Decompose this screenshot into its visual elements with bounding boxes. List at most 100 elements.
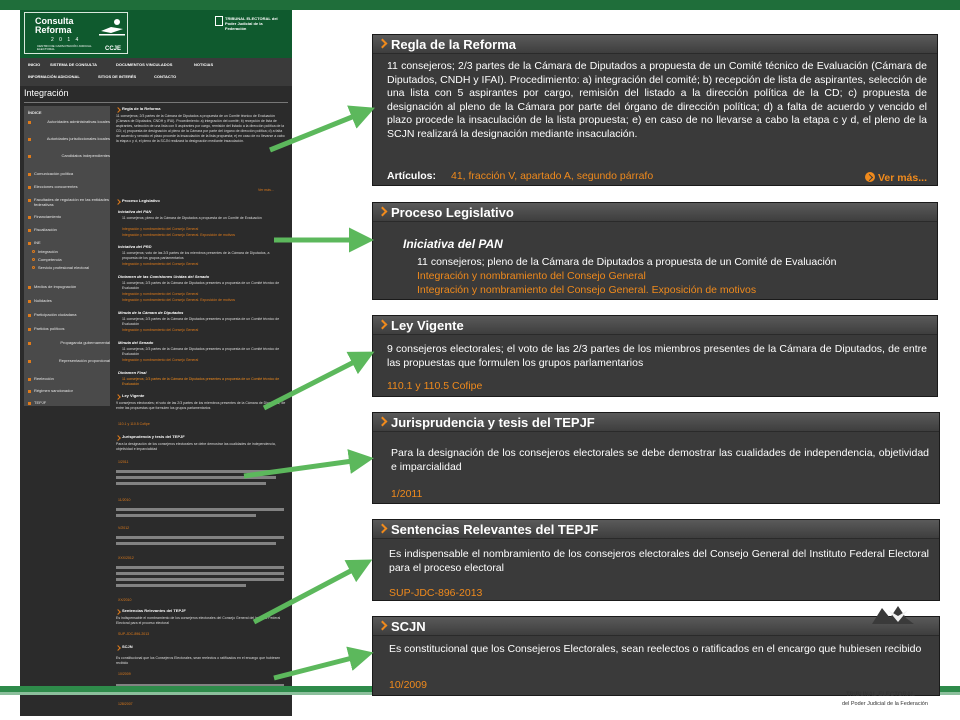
panel-title-bar: SCJN <box>373 617 939 636</box>
sidebar-item-tepjf[interactable]: TEPJF <box>34 400 110 405</box>
nav-noticias[interactable]: NOTICIAS <box>194 62 213 67</box>
chevron-right-icon <box>28 342 31 345</box>
mini-minuta-cd-link[interactable]: Integración y nombramiento del Consejo G… <box>122 328 198 333</box>
mini-scjn-ref-2[interactable]: 128/2007 <box>118 702 133 707</box>
nav-contacto[interactable]: CONTACTO <box>154 74 176 79</box>
nav-informacion[interactable]: INFORMACIÓN ADICIONAL <box>28 74 80 79</box>
mini-dictamen-link-2[interactable]: Integración y nombramiento del Consejo G… <box>122 298 235 303</box>
logo-figure-icon <box>99 19 125 36</box>
text-line <box>116 578 284 581</box>
nav-sistema-consulta[interactable]: SISTEMA DE CONSULTA <box>50 62 97 67</box>
mini-tesis-ref-3[interactable]: V/2012 <box>118 526 129 531</box>
panel-title: Proceso Legislativo <box>391 205 514 220</box>
sidebar-item-autoridades-admin[interactable]: Autoridades administrativas locales <box>34 119 110 124</box>
mini-sentencias-ref[interactable]: SUP-JDC-896-2013 <box>118 632 149 637</box>
logo-year: 2 0 1 4 <box>51 37 81 43</box>
mini-ley-ref[interactable]: 110.1 y 110.5 Cofipe <box>118 422 150 427</box>
proceso-link-2[interactable]: Integración y nombramiento del Consejo G… <box>417 284 756 296</box>
mini-prd-link[interactable]: Integración y nombramiento del Consejo G… <box>122 262 198 267</box>
chevron-right-icon <box>115 107 121 113</box>
proceso-link-1[interactable]: Integración y nombramiento del Consejo G… <box>417 270 646 282</box>
tribunal-header-logo[interactable]: TRIBUNAL ELECTORAL del Poder Judicial de… <box>225 16 285 31</box>
site-content: Regla de la Reforma 11 consejeros; 2/3 p… <box>114 106 288 712</box>
sidebar-item-elecciones[interactable]: Elecciones concurrentes <box>34 184 110 189</box>
mini-dictamen-link-1[interactable]: Integración y nombramiento del Consejo G… <box>122 292 198 297</box>
nav-sitios[interactable]: SITIOS DE INTERÉS <box>98 74 136 79</box>
panel-title: Sentencias Relevantes del TEPJF <box>391 522 599 537</box>
panel-ley-vigente: Ley Vigente 9 consejeros electorales; el… <box>372 315 938 397</box>
sidebar-item-ine[interactable]: INE <box>34 240 110 245</box>
panel-body: Es indispensable el nombramiento de los … <box>389 548 929 574</box>
sidebar-item-representacion[interactable]: Representación proporcional <box>34 358 110 363</box>
mini-ver-mas-link[interactable]: Ver más... <box>258 188 274 193</box>
chevron-right-icon <box>28 155 31 158</box>
chevron-right-icon <box>28 314 31 317</box>
sidebar-item-autoridades-jur[interactable]: Autoridades jurisdiccionales locales <box>34 136 110 141</box>
mini-prd-text: 11 consejeros; voto de las 2/3 partes de… <box>122 251 270 260</box>
mini-final-heading: Dictamen Final <box>118 370 147 375</box>
mini-minuta-senado-link[interactable]: Integración y nombramiento del Consejo G… <box>122 358 198 363</box>
mini-tesis-ref-5[interactable]: XX/2010 <box>118 598 131 603</box>
mini-tesis-ref-4[interactable]: XXX/2012 <box>118 556 134 561</box>
panel-title: Jurisprudencia y tesis del TEPJF <box>391 415 595 430</box>
juris-ref-link[interactable]: 1/2011 <box>391 488 422 500</box>
nav-documentos[interactable]: DOCUMENTOS VINCULADOS <box>116 62 172 67</box>
sidebar-item-medios[interactable]: Medios de impugnación <box>34 284 110 289</box>
ver-mas-button[interactable]: Ver más... <box>864 172 927 184</box>
site-section-title: Integración <box>24 88 69 98</box>
mini-tesis-ref-2[interactable]: 11/2010 <box>118 498 130 503</box>
articulos-link[interactable]: 41, fracción V, apartado A, segundo párr… <box>451 170 653 182</box>
website-screenshot: Consulta Reforma 2 0 1 4 CENTRO DE CAPACI… <box>20 10 292 716</box>
sidebar-item-financiamiento[interactable]: Financiamiento <box>34 214 110 219</box>
sidebar-item-comunicacion[interactable]: Comunicación política <box>34 171 110 176</box>
chevron-right-icon <box>28 378 31 381</box>
mini-juris-heading: Jurisprudencia y tesis del TEPJF <box>122 434 185 439</box>
text-line <box>116 566 284 569</box>
scjn-ref-link[interactable]: 10/2009 <box>389 679 427 691</box>
logo-title: Consulta Reforma <box>35 16 74 35</box>
chevron-right-icon <box>28 402 31 405</box>
mini-scjn-ref[interactable]: 10/2009 <box>118 672 131 677</box>
sidebar-subitem-integracion[interactable]: Integración <box>38 249 114 254</box>
panel-title-bar: Regla de la Reforma <box>373 35 937 54</box>
nav-inicio[interactable]: INICIO <box>28 62 40 67</box>
panel-title-bar: Ley Vigente <box>373 316 937 335</box>
sidebar-item-nulidades[interactable]: Nulidades <box>34 298 110 303</box>
mini-pan-link-1[interactable]: Integración y nombramiento del Consejo G… <box>122 227 198 232</box>
sentencias-ref-link[interactable]: SUP-JDC-896-2013 <box>389 587 482 599</box>
mini-pan-link-2[interactable]: Integración y nombramiento del Consejo G… <box>122 233 235 238</box>
consulta-reforma-logo[interactable]: Consulta Reforma 2 0 1 4 CENTRO DE CAPACI… <box>24 12 128 54</box>
bullet-icon <box>32 266 35 269</box>
panel-body: Para la designación de los consejeros el… <box>391 447 929 473</box>
site-header: Consulta Reforma 2 0 1 4 CENTRO DE CAPACI… <box>20 10 292 58</box>
text-line <box>116 476 276 479</box>
sidebar-item-reeleccion[interactable]: Reelección <box>34 376 110 381</box>
logo-subtitle: CENTRO DE CAPACITACIÓN JUDICIAL ELECTORA… <box>37 44 92 51</box>
mini-juris-ref[interactable]: 1/2011 <box>118 460 128 465</box>
chevron-right-icon <box>115 609 121 615</box>
mini-ley-text: 9 consejeros electorales; el voto de las… <box>116 401 286 410</box>
text-line <box>116 542 276 545</box>
sidebar-item-candidatos[interactable]: Candidatos independientes <box>34 153 110 158</box>
text-line <box>116 508 284 511</box>
ley-ref-link[interactable]: 110.1 y 110.5 Cofipe <box>387 380 482 392</box>
sidebar-item-regimen[interactable]: Régimen sancionador <box>34 388 110 393</box>
bullet-icon <box>32 250 35 253</box>
sidebar-item-facultades[interactable]: Facultades de regulación en las entidade… <box>34 197 110 207</box>
chevron-down-icon <box>28 242 31 245</box>
sidebar-index-label: ÍNDICE <box>28 110 42 115</box>
mini-sentencias-text: Es indispensable el nombramiento de los … <box>116 616 281 625</box>
chevron-right-icon <box>115 394 121 400</box>
sidebar-item-partidos[interactable]: Partidos políticos <box>34 326 110 331</box>
sidebar-item-fiscalizacion[interactable]: Fiscalización <box>34 227 110 232</box>
sidebar-item-propaganda[interactable]: Propaganda gubernamental <box>34 340 110 345</box>
mini-pan-text: 11 consejeros; pleno de la Cámara de Dip… <box>122 216 262 220</box>
mini-sentencias-heading: Sentencias Relevantes del TEPJF <box>122 608 186 613</box>
sidebar-subitem-servicio[interactable]: Servicio profesional electoral <box>38 265 98 270</box>
panel-title-bar: Jurisprudencia y tesis del TEPJF <box>373 413 939 432</box>
sidebar-item-participacion[interactable]: Participación ciudadana <box>34 312 110 317</box>
tribunal-emblem-icon <box>215 16 223 26</box>
sidebar-subitem-competencia[interactable]: Competencia <box>38 257 114 262</box>
mini-ley-heading: Ley Vigente <box>122 393 145 398</box>
text-line <box>116 536 284 539</box>
